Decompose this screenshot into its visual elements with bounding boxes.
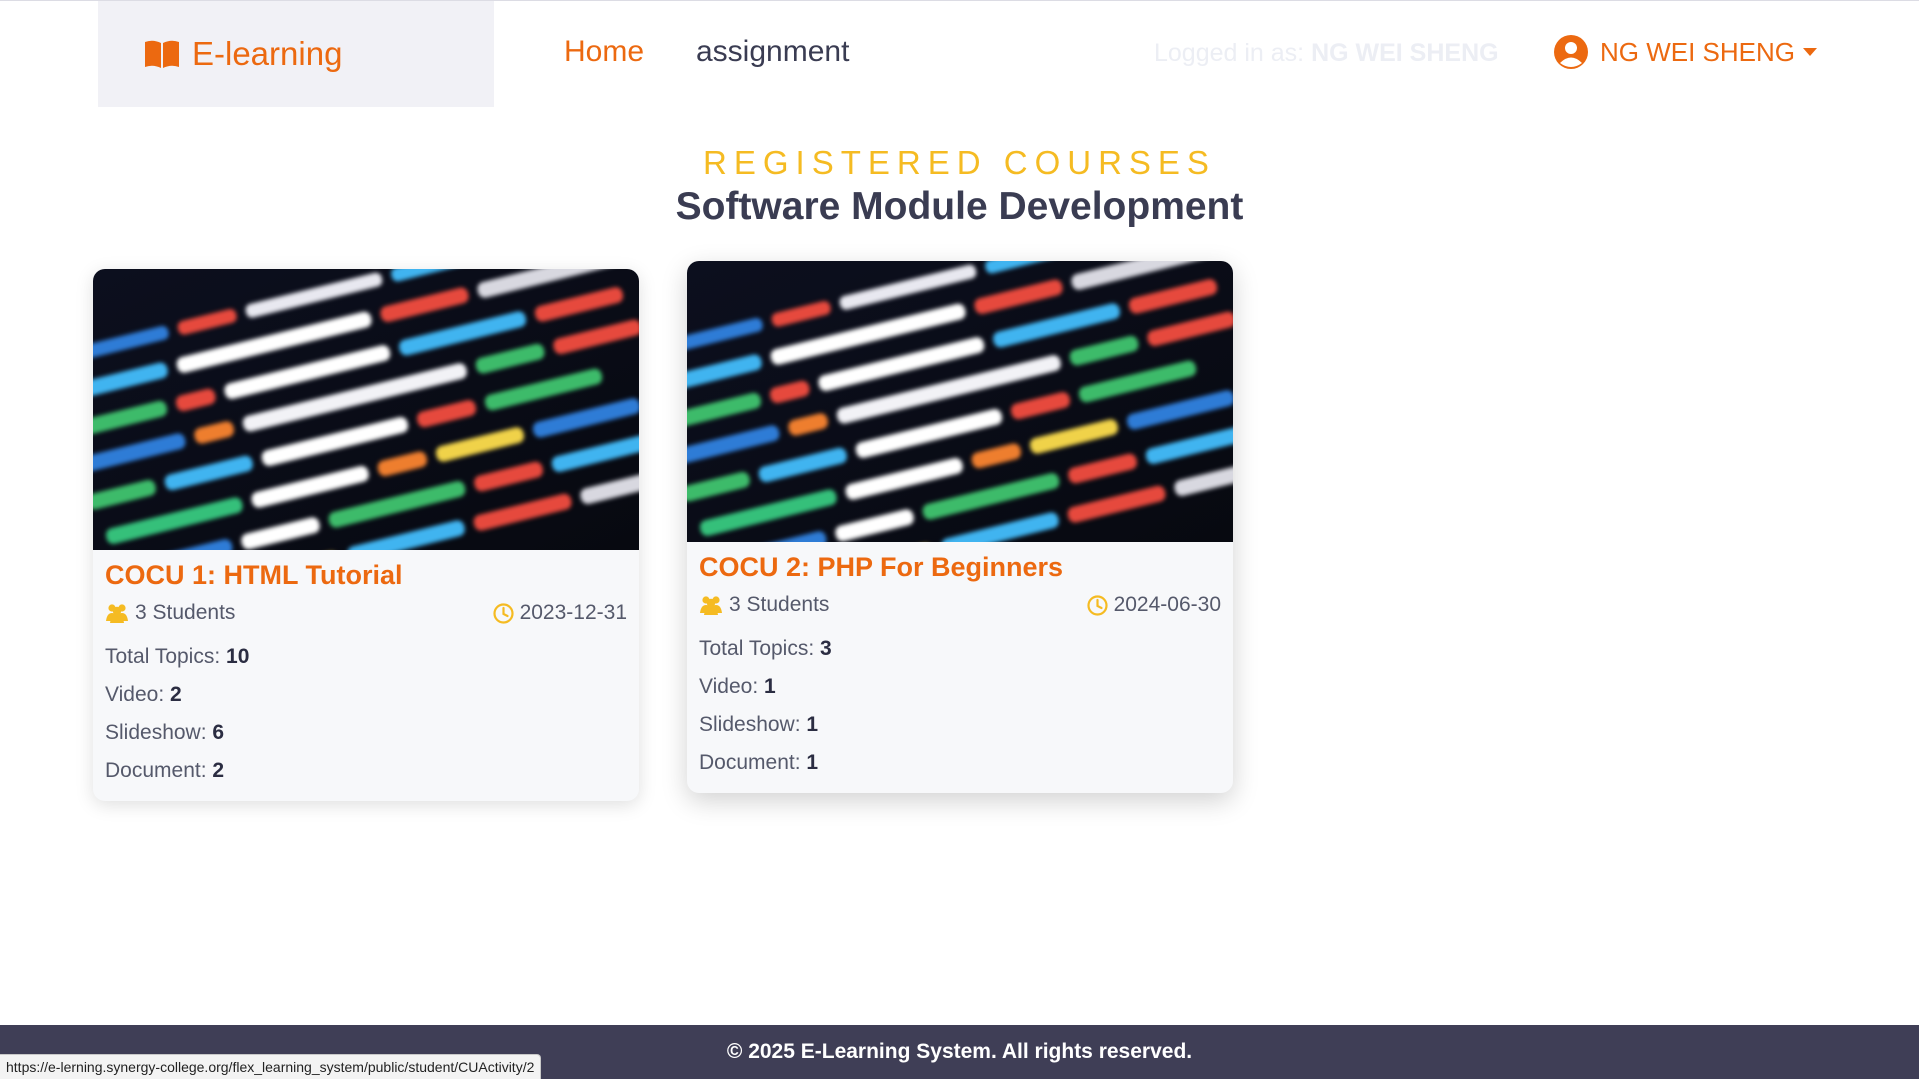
stat-document: Document: 2: [105, 759, 627, 783]
course-date-text: 2024-06-30: [1113, 593, 1221, 616]
student-count: 3 Students: [105, 601, 235, 625]
stat-slideshow: Slideshow: 1: [699, 713, 1221, 737]
course-title-link[interactable]: COCU 2: PHP For Beginners: [699, 552, 1221, 583]
users-icon: [700, 596, 722, 615]
logged-in-as-text: Logged in as: NG WEI SHENG: [1154, 39, 1499, 68]
stat-slideshow: Slideshow: 6: [105, 721, 627, 745]
stat-label: Total Topics:: [105, 645, 227, 668]
stat-value: 1: [806, 751, 819, 774]
stat-value: 1: [764, 675, 776, 698]
users-icon: [106, 604, 128, 623]
stat-value: 2: [212, 759, 225, 782]
stat-document: Document: 1: [699, 751, 1221, 775]
stat-value: 2: [170, 683, 182, 706]
top-navbar: E-learning Home assignment Logged in as:…: [0, 0, 1919, 107]
clock-icon: [492, 602, 514, 624]
stat-value: 6: [212, 721, 225, 744]
course-meta: 3 Students 2023-12-31: [105, 601, 627, 625]
brand-name: E-learning: [192, 35, 343, 72]
student-count-text: 3 Students: [135, 601, 236, 624]
logged-in-username: NG WEI SHENG: [1311, 39, 1499, 67]
stat-value: 3: [820, 637, 832, 660]
stat-value: 10: [226, 645, 250, 668]
user-circle-icon: [1554, 35, 1588, 69]
course-image: [687, 261, 1233, 542]
course-date-text: 2023-12-31: [519, 601, 627, 624]
open-book-icon: [145, 40, 179, 68]
student-count-text: 3 Students: [729, 593, 830, 616]
caret-down-icon: [1803, 48, 1818, 56]
stat-label: Slideshow:: [699, 713, 807, 736]
stat-total-topics: Total Topics: 3: [699, 637, 1221, 661]
course-stats: Total Topics: 10 Video: 2 Slideshow: 6 D…: [105, 645, 627, 783]
stat-label: Total Topics:: [699, 637, 821, 660]
stat-label: Video:: [105, 683, 170, 706]
page-title: Software Module Development: [675, 185, 1244, 228]
user-menu-dropdown[interactable]: NG WEI SHENG: [1554, 35, 1818, 69]
stat-video: Video: 2: [105, 683, 627, 707]
brand-logo-link[interactable]: E-learning: [98, 1, 494, 107]
nav-home-link[interactable]: Home: [564, 35, 644, 69]
logged-in-prefix: Logged in as:: [1154, 39, 1305, 67]
course-card-body: COCU 2: PHP For Beginners 3 Students 202…: [687, 542, 1233, 775]
stat-label: Document:: [105, 759, 213, 782]
stat-label: Video:: [699, 675, 764, 698]
stat-value: 1: [806, 713, 819, 736]
stat-label: Slideshow:: [105, 721, 213, 744]
browser-status-url: https://e-lerning.synergy-college.org/fl…: [0, 1054, 542, 1079]
copyright-text: © 2025 E-Learning System. All rights res…: [726, 1040, 1193, 1063]
course-stats: Total Topics: 3 Video: 1 Slideshow: 1 Do…: [699, 637, 1221, 775]
stat-total-topics: Total Topics: 10: [105, 645, 627, 669]
course-meta: 3 Students 2024-06-30: [699, 593, 1221, 617]
user-menu-label: NG WEI SHENG: [1600, 36, 1796, 67]
stat-label: Document:: [699, 751, 807, 774]
course-card[interactable]: COCU 1: HTML Tutorial 3 Students 2023-12…: [93, 269, 639, 801]
nav-assignment-link[interactable]: assignment: [696, 35, 849, 69]
stat-video: Video: 1: [699, 675, 1221, 699]
clock-icon: [1086, 594, 1108, 616]
course-title-link[interactable]: COCU 1: HTML Tutorial: [105, 560, 627, 591]
course-card-body: COCU 1: HTML Tutorial 3 Students 2023-12…: [93, 550, 639, 783]
course-image: [93, 269, 639, 550]
course-card[interactable]: COCU 2: PHP For Beginners 3 Students 202…: [687, 261, 1233, 793]
course-date: 2023-12-31: [492, 601, 627, 625]
course-date: 2024-06-30: [1086, 593, 1221, 617]
student-count: 3 Students: [699, 593, 829, 617]
section-subtitle: REGISTERED COURSES: [703, 144, 1216, 181]
